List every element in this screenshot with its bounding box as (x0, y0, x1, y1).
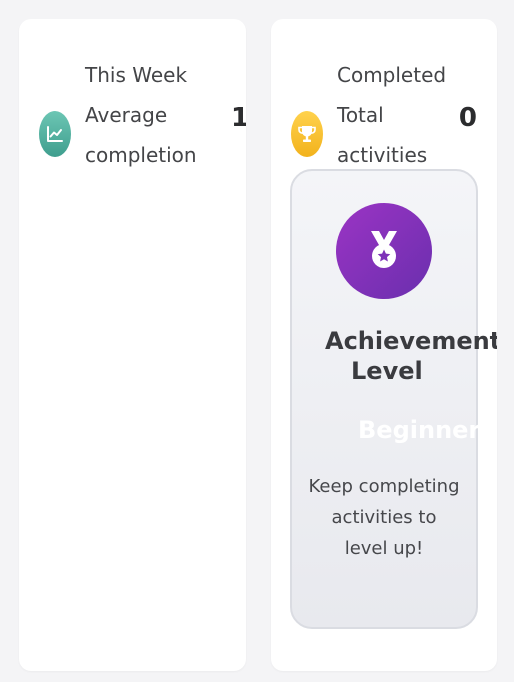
achievement-title-line1: Achievement (325, 327, 497, 355)
medal-icon (336, 203, 432, 299)
achievement-description: Keep completing activities to level up! (308, 476, 460, 559)
completed-label-line: Completed (337, 63, 447, 87)
weekly-label-line: completion (85, 143, 197, 167)
completed-activities-label: Completed Total activities (337, 55, 446, 175)
completed-activities-stat: Completed Total activities 0 (291, 55, 497, 175)
weekly-label-line: Average (85, 103, 168, 127)
trophy-icon (291, 111, 323, 157)
achievement-title: Achievement Level (325, 326, 497, 386)
weekly-average-value: 100% (231, 103, 246, 133)
weekly-average-stat: This Week Average completion 100% (39, 55, 246, 175)
completed-activities-card: Completed Total activities 0 Achievement… (271, 19, 497, 671)
weekly-average-card: This Week Average completion 100% (19, 19, 246, 671)
achievement-level-value: Beginner (358, 416, 481, 444)
completed-label-line: Total (337, 103, 384, 127)
chart-line-icon (39, 111, 71, 157)
weekly-label-line: This Week (85, 63, 188, 87)
weekly-average-label: This Week Average completion (85, 55, 197, 175)
completed-activities-value: 0 (458, 103, 477, 133)
achievement-level-panel: Achievement Level Beginner Keep completi… (290, 169, 497, 629)
dashboard-page: This Week Average completion 100% Comple… (0, 0, 514, 682)
achievement-title-line2: Level (351, 357, 423, 385)
